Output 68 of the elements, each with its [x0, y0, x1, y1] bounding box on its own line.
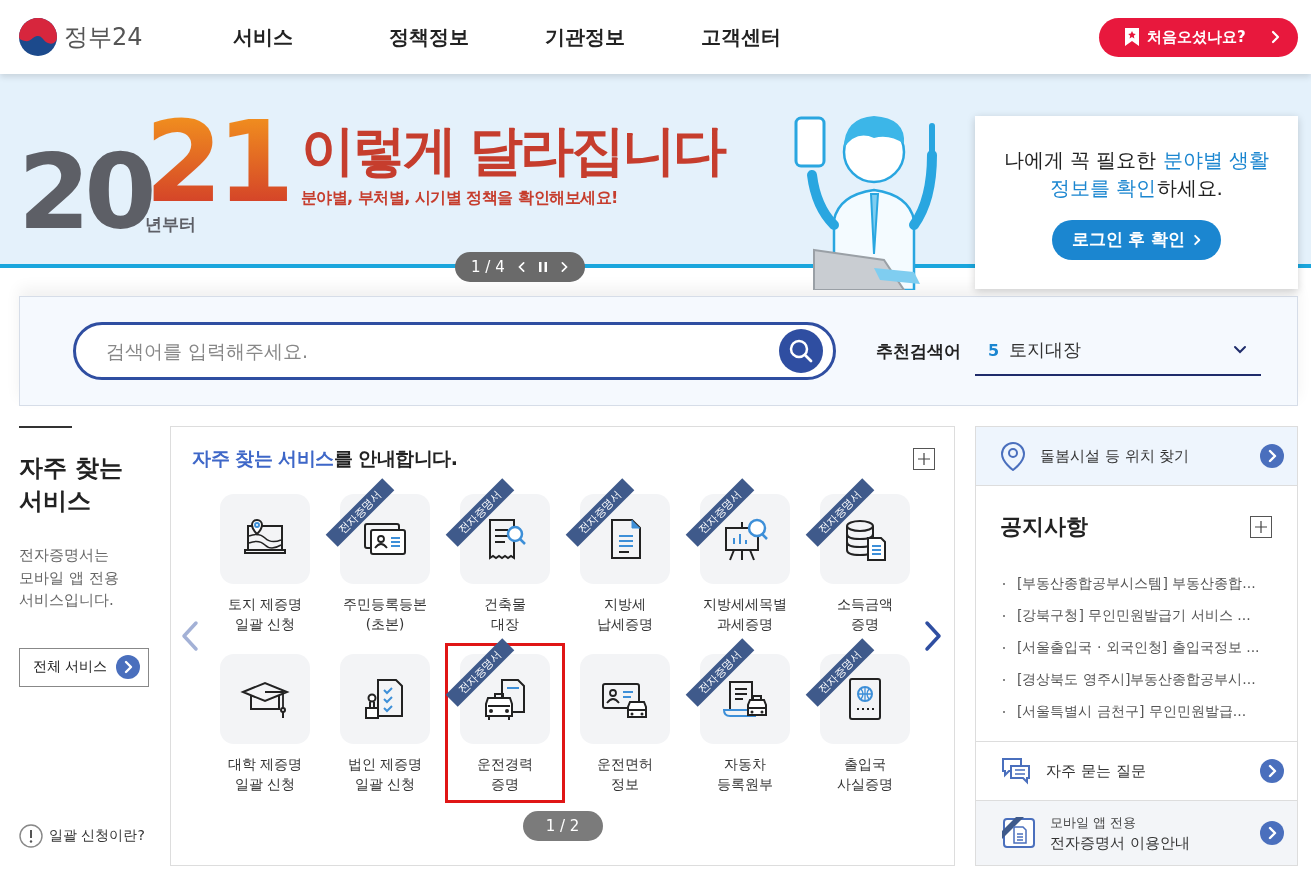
section-heading: 자주 찾는 서비스를 안내합니다. — [192, 446, 458, 471]
expand-button[interactable] — [913, 448, 935, 470]
search-icon[interactable] — [779, 329, 823, 373]
emblem-icon — [18, 17, 58, 57]
nav-link[interactable]: 서비스 — [233, 23, 389, 51]
description-text: 전자증명서는 모바일 앱 전용 서비스입니다. — [19, 545, 120, 612]
notice-link[interactable]: [서울출입국 · 외국인청] 출입국정보 ... — [1017, 639, 1260, 657]
plus-icon — [1255, 521, 1267, 533]
section-title: 자주 찾는 서비스 — [19, 453, 125, 518]
mobile-guide-caption: 모바일 앱 전용 — [1050, 813, 1138, 832]
notice-link[interactable]: [서울특별시 금천구] 무인민원발급... — [1017, 703, 1247, 721]
expand-button[interactable] — [1250, 516, 1272, 538]
service-label[interactable]: 지방세 납세증명 — [597, 594, 653, 634]
banner-headline: 이렇게 달라집니다 — [300, 120, 725, 181]
service-label[interactable]: 출입국 사실증명 — [837, 754, 893, 794]
nav-link[interactable]: 고객센터 — [701, 23, 857, 51]
page-indicator: 1 / 2 — [522, 811, 603, 841]
chevron-right-icon — [1191, 232, 1202, 247]
first-visit-button[interactable]: 처음오셨나요? — [1099, 17, 1298, 57]
mobile-guide-title: 전자증명서 이용안내 — [1050, 833, 1191, 853]
chevron-right-icon[interactable] — [924, 620, 942, 652]
notice-link[interactable]: [부동산종합공부시스템] 부동산종합... — [1017, 575, 1256, 593]
service-label[interactable]: 운전면허 정보 — [597, 754, 653, 794]
nav-link[interactable]: 정책정보 — [389, 23, 545, 51]
certificate-document-icon — [1000, 815, 1036, 851]
arrow-circle-icon[interactable] — [1260, 759, 1284, 783]
arrow-circle-icon[interactable] — [116, 655, 140, 680]
service-label[interactable]: 주민등록등본 (초본) — [343, 594, 427, 634]
chevron-down-icon — [1233, 345, 1247, 355]
site-logo: 정부24 — [64, 22, 143, 53]
service-label[interactable]: 자동차 등록원부 — [717, 754, 773, 794]
location-link[interactable]: 돌봄시설 등 위치 찾기 — [976, 427, 1297, 486]
arrow-circle-icon[interactable] — [1260, 821, 1284, 845]
arrow-circle-icon[interactable] — [1260, 444, 1284, 468]
chat-bubbles-icon — [1000, 756, 1032, 786]
mobile-guide-link[interactable]: 모바일 앱 전용 전자증명서 이용안내 — [976, 801, 1297, 865]
service-tile[interactable] — [220, 494, 310, 584]
plus-icon — [918, 453, 930, 465]
exclamation-icon — [19, 824, 43, 848]
service-label[interactable]: 소득금액 증명 — [837, 594, 893, 634]
search-field[interactable]: 검색어를 입력해주세요. — [73, 322, 836, 380]
bookmark-icon — [1125, 28, 1139, 46]
login-button[interactable]: 로그인 후 확인 — [1051, 219, 1222, 260]
service-label[interactable]: 건축물 대장 — [484, 594, 526, 634]
service-label[interactable]: 토지 제증명 일괄 신청 — [227, 594, 303, 634]
help-link[interactable]: 일괄 신청이란? — [49, 827, 145, 845]
all-services-button[interactable]: 전체 서비스 — [19, 647, 149, 687]
service-label[interactable]: 지방세세목별 과세증명 — [703, 594, 787, 634]
service-tile[interactable] — [220, 654, 310, 744]
rank-number: 5 — [988, 340, 1000, 360]
service-tile[interactable] — [580, 654, 670, 744]
notices-title: 공지사항 — [1000, 513, 1088, 541]
nav-link[interactable]: 기관정보 — [545, 23, 701, 51]
service-label[interactable]: 대학 제증명 일괄 신청 — [227, 754, 303, 794]
pause-icon[interactable] — [538, 262, 547, 272]
chevron-left-icon[interactable] — [516, 260, 527, 274]
recommended-dropdown[interactable]: 5 토지대장 — [975, 326, 1261, 376]
recommended-label: 추천검색어 — [876, 339, 961, 363]
recommended-term: 토지대장 — [1009, 338, 1083, 362]
page-indicator: 1 / 4 — [471, 258, 505, 276]
notice-link[interactable]: [강북구청] 무인민원발급기 서비스 ... — [1017, 607, 1251, 625]
notice-link[interactable]: [경상북도 영주시]부동산종합공부시... — [1017, 671, 1256, 689]
login-prompt: 나에게 꼭 필요한 분야별 생활 정보를 확인하세요. — [1002, 146, 1271, 202]
banner-subtitle: 분야별, 부처별, 시기별 정책을 확인해보세요! — [300, 188, 619, 210]
service-label[interactable]: 법인 제증명 일괄 신청 — [347, 754, 423, 794]
service-tile[interactable] — [340, 654, 430, 744]
service-label[interactable]: 운전경력 증명 — [477, 754, 533, 794]
location-pin-icon — [1000, 441, 1026, 471]
